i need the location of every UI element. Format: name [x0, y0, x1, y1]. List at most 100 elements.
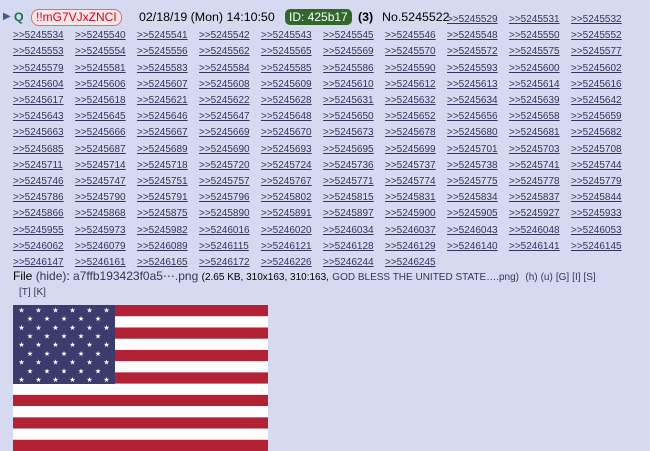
file-tool-link[interactable]: (u) [541, 272, 553, 283]
reply-link[interactable]: >>5246079 [75, 239, 126, 255]
reply-link[interactable]: >>5245927 [509, 206, 560, 222]
reply-link[interactable]: >>5245581 [75, 61, 126, 77]
reply-link[interactable]: >>5245545 [323, 28, 374, 44]
reply-link[interactable]: >>5245837 [509, 190, 560, 206]
reply-link[interactable]: >>5245609 [261, 77, 312, 93]
file-tool-link[interactable]: [G] [556, 272, 569, 283]
reply-link[interactable]: >>5245718 [137, 158, 188, 174]
reply-link[interactable]: >>5245631 [323, 93, 374, 109]
reply-link[interactable]: >>5245802 [261, 190, 312, 206]
reply-link[interactable]: >>5246020 [261, 223, 312, 239]
reply-link[interactable]: >>5245678 [385, 125, 436, 141]
reply-link[interactable]: >>5245602 [571, 61, 622, 77]
reply-link[interactable]: >>5245600 [509, 61, 560, 77]
reply-link[interactable]: >>5245534 [13, 28, 64, 44]
reply-link[interactable]: >>5245553 [13, 44, 64, 60]
reply-link[interactable]: >>5245570 [385, 44, 436, 60]
reply-link[interactable]: >>5245632 [385, 93, 436, 109]
reply-link[interactable]: >>5246053 [571, 223, 622, 239]
reply-link[interactable]: >>5245646 [137, 109, 188, 125]
reply-link[interactable]: >>5245529 [447, 12, 498, 28]
reply-link[interactable]: >>5246141 [509, 239, 560, 255]
reply-link[interactable]: >>5245569 [323, 44, 374, 60]
reply-link[interactable]: >>5245586 [323, 61, 374, 77]
reply-link[interactable]: >>5245642 [571, 93, 622, 109]
reply-link[interactable]: >>5245607 [137, 77, 188, 93]
reply-link[interactable]: >>5245663 [13, 125, 64, 141]
reply-link[interactable]: >>5245693 [261, 142, 312, 158]
reply-link[interactable]: >>5245746 [13, 174, 64, 190]
reply-link[interactable]: >>5245584 [199, 61, 250, 77]
reply-link[interactable]: >>5245577 [571, 44, 622, 60]
reply-link[interactable]: >>5245622 [199, 93, 250, 109]
reply-link[interactable]: >>5245593 [447, 61, 498, 77]
reply-link[interactable]: >>5245656 [447, 109, 498, 125]
reply-link[interactable]: >>5245606 [75, 77, 126, 93]
reply-link[interactable]: >>5245711 [13, 158, 63, 174]
reply-link[interactable]: >>5245546 [385, 28, 436, 44]
reply-link[interactable]: >>5245687 [75, 142, 126, 158]
file-tool-link[interactable]: [K] [34, 287, 46, 298]
reply-link[interactable]: >>5245890 [199, 206, 250, 222]
reply-link[interactable]: >>5245612 [385, 77, 436, 93]
reply-link[interactable]: >>5245703 [509, 142, 560, 158]
reply-link[interactable]: >>5245645 [75, 109, 126, 125]
reply-link[interactable]: >>5245669 [199, 125, 250, 141]
reply-link[interactable]: >>5245834 [447, 190, 498, 206]
reply-link[interactable]: >>5245628 [261, 93, 312, 109]
reply-link[interactable]: >>5245590 [385, 61, 436, 77]
reply-link[interactable]: >>5245738 [447, 158, 498, 174]
reply-link[interactable]: >>5245695 [323, 142, 374, 158]
reply-link[interactable]: >>5246037 [385, 223, 436, 239]
reply-link[interactable]: >>5245610 [323, 77, 374, 93]
reply-link[interactable]: >>5245905 [447, 206, 498, 222]
file-tool-link[interactable]: (h) [525, 272, 537, 283]
reply-link[interactable]: >>5245779 [571, 174, 622, 190]
reply-link[interactable]: >>5245751 [137, 174, 188, 190]
reply-link[interactable]: >>5246016 [199, 223, 250, 239]
reply-link[interactable]: >>5245614 [509, 77, 560, 93]
reply-link[interactable]: >>5245786 [13, 190, 64, 206]
reply-link[interactable]: >>5245634 [447, 93, 498, 109]
reply-link[interactable]: >>5245682 [571, 125, 622, 141]
reply-link[interactable]: >>5245741 [509, 158, 560, 174]
reply-link[interactable]: >>5245540 [75, 28, 126, 44]
reply-link[interactable]: >>5245648 [261, 109, 312, 125]
reply-link[interactable]: >>5245652 [385, 109, 436, 125]
reply-link[interactable]: >>5245543 [261, 28, 312, 44]
reply-link[interactable]: >>5245757 [199, 174, 250, 190]
reply-link[interactable]: >>5246062 [13, 239, 64, 255]
reply-link[interactable]: >>5245771 [323, 174, 374, 190]
reply-link[interactable]: >>5245720 [199, 158, 250, 174]
file-name-link[interactable]: a7ffb193423f0a5⋯.png [73, 269, 198, 283]
reply-link[interactable]: >>5246128 [323, 239, 374, 255]
post-marker-icon[interactable]: ▶ [3, 7, 11, 27]
hide-file-link[interactable]: (hide) [36, 269, 67, 283]
reply-link[interactable]: >>5245575 [509, 44, 560, 60]
reply-link[interactable]: >>5245658 [509, 109, 560, 125]
post-number-link[interactable]: No.5245522 [382, 7, 450, 27]
reply-link[interactable]: >>5245554 [75, 44, 126, 60]
poster-id-badge[interactable]: ID: 425b17 [285, 9, 352, 25]
reply-link[interactable]: >>5246121 [261, 239, 312, 255]
reply-link[interactable]: >>5245891 [261, 206, 312, 222]
reply-link[interactable]: >>5245791 [137, 190, 188, 206]
file-tool-link[interactable]: [S] [584, 272, 596, 283]
file-tool-link[interactable]: [I] [572, 272, 580, 283]
reply-link[interactable]: >>5245724 [261, 158, 312, 174]
reply-link[interactable]: >>5245933 [571, 206, 622, 222]
reply-link[interactable]: >>5245532 [571, 12, 622, 28]
reply-link[interactable]: >>5246145 [571, 239, 622, 255]
reply-link[interactable]: >>5245666 [75, 125, 126, 141]
reply-link[interactable]: >>5246048 [509, 223, 560, 239]
reply-link[interactable]: >>5245541 [137, 28, 188, 44]
reply-link[interactable]: >>5245778 [509, 174, 560, 190]
reply-link[interactable]: >>5245701 [447, 142, 498, 158]
reply-link[interactable]: >>5245955 [13, 223, 64, 239]
reply-link[interactable]: >>5245900 [385, 206, 436, 222]
reply-link[interactable]: >>5245875 [137, 206, 188, 222]
reply-link[interactable]: >>5245690 [199, 142, 250, 158]
reply-link[interactable]: >>5245796 [199, 190, 250, 206]
reply-link[interactable]: >>5245562 [199, 44, 250, 60]
reply-link[interactable]: >>5245585 [261, 61, 312, 77]
